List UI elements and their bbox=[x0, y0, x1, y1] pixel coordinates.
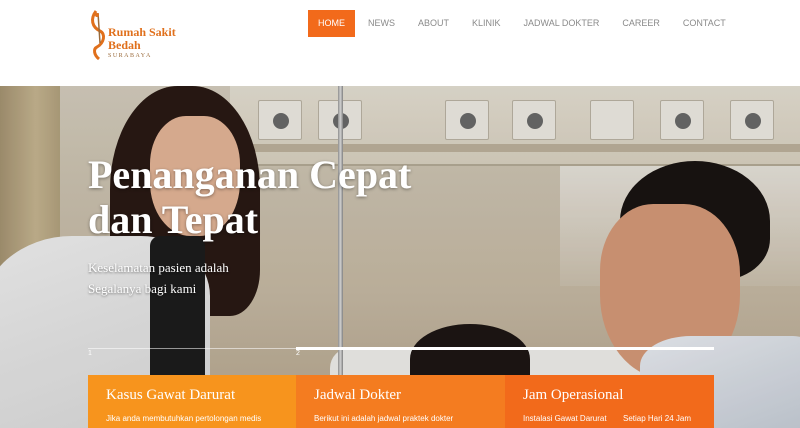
slider-active-bar[interactable] bbox=[296, 347, 714, 350]
logo-text-bedah: Bedah bbox=[108, 38, 141, 52]
scalpel-logo-icon bbox=[91, 10, 106, 61]
nav-jadwal-dokter[interactable]: JADWAL DOKTER bbox=[514, 10, 610, 37]
logo-text-surabaya: SURABAYA bbox=[108, 53, 152, 59]
site-header: Rumah Sakit Bedah SURABAYA HOME NEWS ABO… bbox=[0, 0, 800, 86]
hero-slider: Penanganan Cepat dan Tepat Keselamatan p… bbox=[0, 86, 800, 428]
hero-title: Penanganan Cepat dan Tepat bbox=[88, 152, 468, 242]
operating-hours-label: Instalasi Gawat Darurat bbox=[523, 414, 607, 423]
emergency-box-text: Jika anda membutuhkan pertolongan medis bbox=[106, 414, 262, 423]
operating-hours-value: Setiap Hari 24 Jam bbox=[623, 414, 692, 423]
doctor-schedule-box-title: Jadwal Dokter bbox=[314, 387, 402, 403]
hero-title-line1: Penanganan Cepat bbox=[88, 152, 412, 197]
hospital-logo[interactable]: Rumah Sakit Bedah SURABAYA bbox=[88, 9, 198, 61]
hero-subtitle-line1: Keselamatan pasien adalah bbox=[88, 260, 229, 275]
operating-hours-box-title: Jam Operasional bbox=[523, 387, 624, 403]
slider-number-2[interactable]: 2 bbox=[296, 350, 300, 357]
nav-klinik[interactable]: KLINIK bbox=[462, 10, 511, 37]
nav-contact[interactable]: CONTACT bbox=[673, 10, 736, 37]
nav-news[interactable]: NEWS bbox=[358, 10, 405, 37]
operating-hours-box: Jam Operasional Instalasi Gawat Darurat … bbox=[505, 375, 714, 428]
nav-about[interactable]: ABOUT bbox=[408, 10, 459, 37]
main-nav: HOME NEWS ABOUT KLINIK JADWAL DOKTER CAR… bbox=[308, 10, 739, 37]
nav-career[interactable]: CAREER bbox=[612, 10, 670, 37]
emergency-box-title: Kasus Gawat Darurat bbox=[106, 387, 236, 403]
hero-subtitle: Keselamatan pasien adalah Segalanya bagi… bbox=[88, 257, 348, 299]
slider-number-1[interactable]: 1 bbox=[88, 350, 92, 357]
nav-home[interactable]: HOME bbox=[308, 10, 355, 37]
doctor-schedule-box[interactable]: Jadwal Dokter Berikut ini adalah jadwal … bbox=[296, 375, 505, 428]
operating-hours-row: Instalasi Gawat Darurat Setiap Hari 24 J… bbox=[523, 414, 696, 423]
hero-subtitle-line2: Segalanya bagi kami bbox=[88, 281, 197, 296]
emergency-box[interactable]: Kasus Gawat Darurat Jika anda membutuhka… bbox=[88, 375, 297, 428]
doctor-schedule-box-text: Berikut ini adalah jadwal praktek dokter bbox=[314, 414, 454, 423]
hero-title-line2: dan Tepat bbox=[88, 197, 259, 242]
